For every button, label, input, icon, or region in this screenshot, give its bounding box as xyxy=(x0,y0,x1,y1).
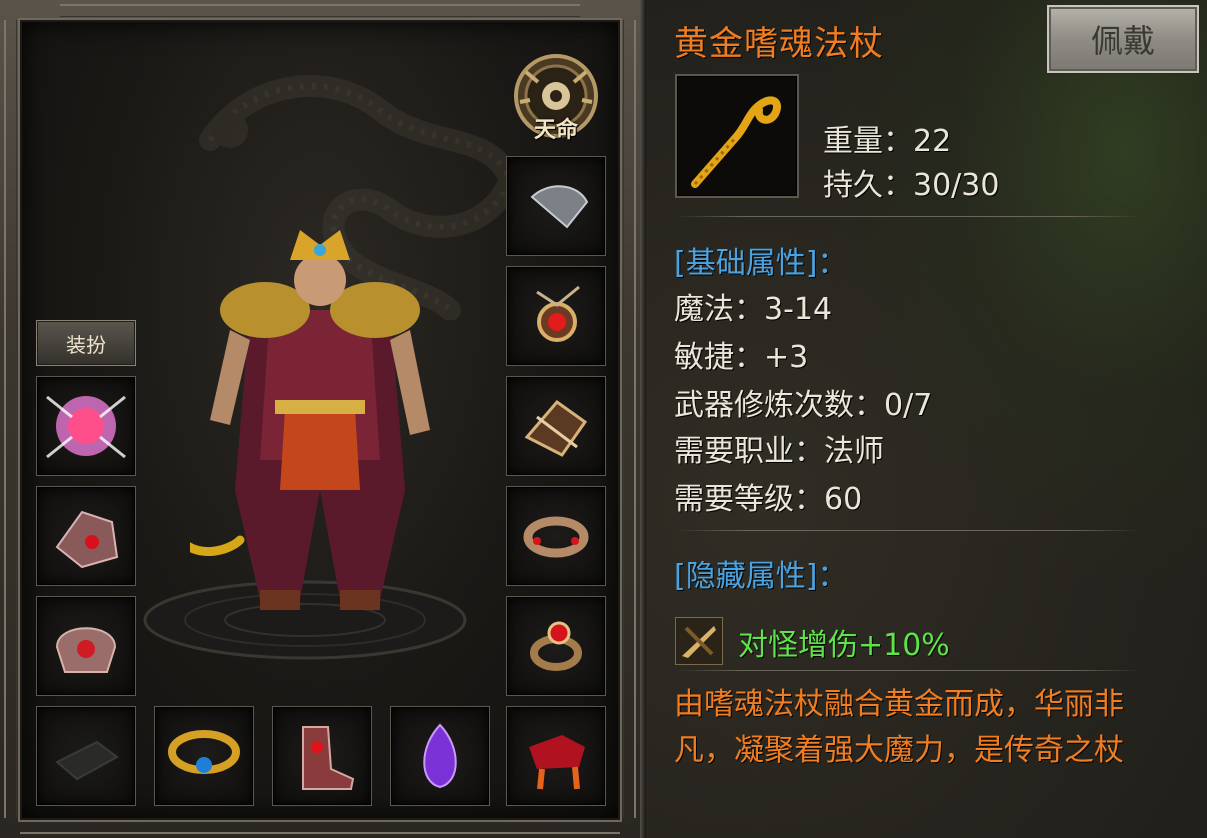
divider xyxy=(675,216,1140,217)
frame-bottom-border xyxy=(20,821,620,834)
frame-left-border xyxy=(4,20,17,818)
purple-gem-icon xyxy=(423,723,457,789)
frame-top-border xyxy=(60,4,580,17)
equip-slot-bracelet[interactable] xyxy=(506,376,606,476)
basic-attributes-header: [基础属性]： xyxy=(674,246,848,281)
outfit-button[interactable]: 装扮 xyxy=(36,320,136,366)
ruby-ring-icon xyxy=(530,621,582,671)
weight-stat: 重量：22 xyxy=(823,124,952,159)
tianming-label: 天命 xyxy=(533,117,578,143)
mount-horse-icon xyxy=(529,735,585,790)
helmet-emblem-icon xyxy=(55,627,117,673)
tianming-emblem[interactable]: 天命 xyxy=(508,52,604,148)
equip-slot-mount[interactable] xyxy=(506,706,606,806)
bracer-icon xyxy=(55,510,119,569)
item-icon-frame xyxy=(675,74,799,198)
pink-orb-medal-icon xyxy=(46,395,126,459)
equip-slot-ring[interactable] xyxy=(506,596,606,696)
frame-right-border xyxy=(623,20,636,818)
basic-attr-refine-count: 武器修炼次数：0/7 xyxy=(674,388,933,423)
equip-slot-belt[interactable] xyxy=(154,706,254,806)
equip-slot-boots[interactable] xyxy=(272,706,372,806)
equip-slot-necklace[interactable] xyxy=(506,266,606,366)
hidden-attr-icon-frame xyxy=(675,617,723,665)
divider xyxy=(675,530,1140,531)
empty-book-slot-icon xyxy=(55,740,119,781)
equipment-panel: 天命 装扮 xyxy=(0,0,640,838)
item-name: 黄金嗜魂法杖 xyxy=(674,24,884,64)
equip-slot-ring-band[interactable] xyxy=(506,486,606,586)
equip-slot-medal[interactable] xyxy=(36,376,136,476)
equip-slot-book[interactable] xyxy=(36,706,136,806)
hidden-attributes-header: [隐藏属性]： xyxy=(674,559,848,594)
basic-attr-magic: 魔法：3-14 xyxy=(674,292,833,327)
basic-attr-required-class: 需要职业：法师 xyxy=(674,434,884,469)
equip-slot-helmet[interactable] xyxy=(36,596,136,696)
character-figure xyxy=(190,230,430,610)
wing-umbrella-icon xyxy=(530,185,589,229)
basic-attr-agility: 敏捷：+3 xyxy=(674,340,809,375)
equip-button[interactable]: 佩戴 xyxy=(1047,5,1199,73)
basic-attr-required-level: 需要等级：60 xyxy=(674,482,863,517)
equip-slot-gem[interactable] xyxy=(390,706,490,806)
hidden-attr-monster-damage: 对怪增伤+10% xyxy=(738,628,950,663)
durability-stat: 持久：30/30 xyxy=(823,168,1000,203)
ring-band-icon xyxy=(523,516,589,558)
bracelet-claw-icon xyxy=(524,399,588,457)
gold-belt-icon xyxy=(168,730,240,774)
divider xyxy=(675,670,1140,671)
equip-slot-bracer[interactable] xyxy=(36,486,136,586)
equip-slot-wing[interactable] xyxy=(506,156,606,256)
necklace-amulet-icon xyxy=(536,285,580,342)
monster-damage-icon xyxy=(682,626,716,658)
boots-icon xyxy=(302,726,355,790)
panel-separator xyxy=(640,0,646,838)
item-description: 由嗜魂法杖融合黄金而成，华丽非凡，凝聚着强大魔力，是传奇之杖 xyxy=(674,687,1124,768)
golden-staff-icon xyxy=(691,96,782,188)
